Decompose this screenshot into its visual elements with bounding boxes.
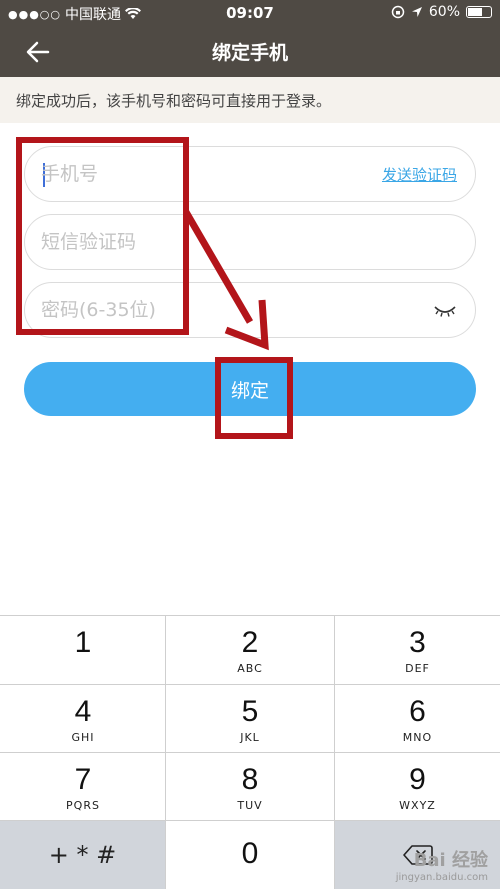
key-6[interactable]: 6 MNO	[335, 685, 500, 753]
key-0[interactable]: 0	[166, 821, 334, 889]
key-2[interactable]: 2 ABC	[166, 616, 334, 684]
baidu-watermark: Bai 经验 jingyan.baidu.com	[396, 846, 488, 883]
password-field[interactable]	[24, 282, 476, 338]
key-number: 2	[241, 626, 259, 659]
sms-code-field[interactable]	[24, 214, 476, 270]
key-3[interactable]: 3 DEF	[335, 616, 500, 684]
app-header: ●●●○○ 中国联通 09:07 60% 绑定手机	[0, 0, 500, 77]
key-letters: DEF	[405, 662, 430, 675]
key-number: 5	[241, 695, 259, 728]
sms-code-input[interactable]	[41, 227, 361, 257]
closed-eye-icon[interactable]	[433, 303, 457, 317]
battery-icon	[466, 6, 492, 18]
key-number: 4	[74, 695, 92, 728]
key-letters: MNO	[402, 731, 433, 744]
key-1[interactable]: 1	[0, 616, 166, 684]
key-4[interactable]: 4 GHI	[0, 685, 166, 753]
password-input[interactable]	[41, 295, 361, 325]
key-letters: TUV	[237, 799, 263, 812]
notice-banner: 绑定成功后，该手机号和密码可直接用于登录。	[0, 77, 500, 123]
key-letters: WXYZ	[399, 799, 436, 812]
watermark-main: Bai 经验	[413, 850, 488, 871]
phone-field[interactable]: 发送验证码	[24, 146, 476, 202]
rotation-lock-icon	[391, 5, 405, 19]
key-9[interactable]: 9 WXYZ	[335, 753, 500, 821]
send-code-link[interactable]: 发送验证码	[382, 164, 457, 185]
bind-button-label: 绑定	[230, 379, 269, 402]
key-letters: PQRS	[66, 799, 100, 812]
notice-text: 绑定成功后，该手机号和密码可直接用于登录。	[16, 92, 332, 110]
battery-percent: 60%	[428, 4, 460, 20]
key-5[interactable]: 5 JKL	[166, 685, 334, 753]
watermark-sub: jingyan.baidu.com	[395, 872, 488, 883]
status-bar: ●●●○○ 中国联通 09:07 60%	[0, 0, 500, 26]
key-7[interactable]: 7 PQRS	[0, 753, 166, 821]
page-title: 绑定手机	[211, 42, 288, 64]
key-symbols-label: + * #	[48, 841, 117, 869]
key-letters: JKL	[240, 731, 260, 744]
phone-input[interactable]	[41, 159, 361, 189]
key-8[interactable]: 8 TUV	[166, 753, 334, 821]
key-number: 6	[409, 695, 426, 728]
key-number: 0	[241, 837, 259, 870]
key-letters: ABC	[237, 662, 263, 675]
key-number: 8	[241, 763, 259, 796]
key-symbols[interactable]: + * #	[0, 821, 165, 889]
key-letters: GHI	[71, 731, 95, 744]
location-icon	[411, 6, 423, 18]
status-right: 60%	[391, 4, 492, 20]
bind-button[interactable]: 绑定	[24, 362, 476, 416]
key-number: 1	[74, 626, 92, 659]
key-number: 9	[409, 763, 426, 796]
title-bar: 绑定手机	[0, 26, 500, 77]
key-number: 7	[74, 763, 92, 796]
key-number: 3	[409, 626, 426, 659]
